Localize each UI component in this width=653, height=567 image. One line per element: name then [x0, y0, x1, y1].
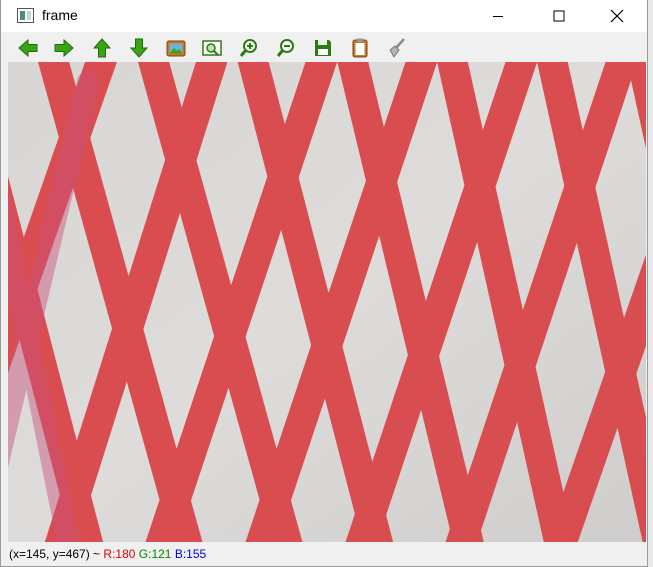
red-net-mesh-image: [8, 62, 646, 542]
status-bar: (x=145, y=467) ~ R:180 G:121 B:155: [1, 542, 647, 566]
pan-up-button[interactable]: [90, 36, 114, 60]
arrow-up-icon: [92, 38, 112, 58]
image-canvas[interactable]: [8, 62, 646, 542]
title-bar[interactable]: frame: [1, 0, 647, 32]
image-viewer-window: frame (x=145, y=467) ~ R:180 G:121 B:155: [0, 0, 648, 567]
save-button[interactable]: [311, 36, 335, 60]
zoom-out-icon: [276, 39, 294, 57]
maximize-icon: [553, 10, 565, 22]
pan-right-button[interactable]: [52, 36, 76, 60]
maximize-button[interactable]: [536, 0, 582, 32]
window-title: frame: [42, 7, 78, 23]
clipboard-icon: [352, 38, 368, 58]
clear-button[interactable]: [385, 36, 409, 60]
zoom-fit-icon: [202, 40, 222, 56]
picture-icon: [166, 40, 186, 57]
arrow-right-icon: [54, 38, 74, 58]
cursor-coordinates: (x=145, y=467) ~: [9, 547, 104, 561]
pixel-red-value: R:180: [103, 547, 136, 561]
toolbar: [1, 32, 647, 62]
zoom-fit-button[interactable]: [200, 36, 224, 60]
minimize-icon: [493, 16, 503, 17]
pan-down-button[interactable]: [127, 36, 151, 60]
floppy-disk-icon: [315, 40, 331, 56]
brush-icon: [389, 38, 405, 58]
pan-left-button[interactable]: [16, 36, 40, 60]
zoom-in-button[interactable]: [237, 36, 261, 60]
zoom-out-button[interactable]: [274, 36, 298, 60]
zoom-original-button[interactable]: [164, 36, 188, 60]
minimize-button[interactable]: [475, 0, 521, 32]
close-icon: [610, 9, 624, 23]
app-window-icon: [17, 8, 34, 23]
arrow-down-icon: [129, 38, 149, 58]
pixel-green-value: G:121: [138, 547, 172, 561]
close-button[interactable]: [594, 0, 640, 32]
zoom-in-icon: [239, 39, 257, 57]
arrow-left-icon: [18, 38, 38, 58]
properties-button[interactable]: [348, 36, 372, 60]
pixel-blue-value: B:155: [174, 547, 207, 561]
